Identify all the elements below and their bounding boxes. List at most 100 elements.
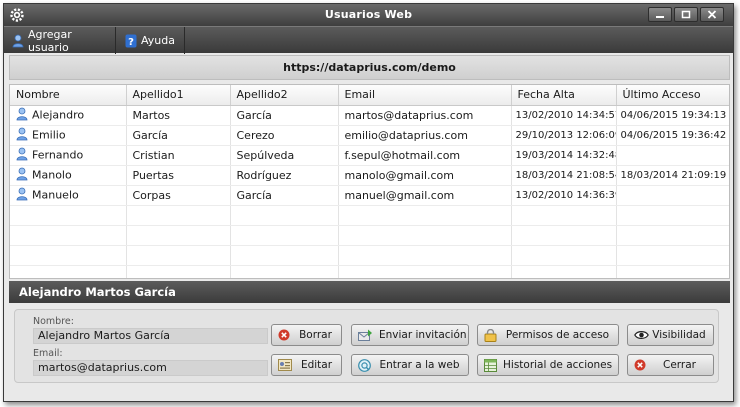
nombre-text: Manolo: [32, 168, 72, 181]
delete-label: Borrar: [299, 329, 332, 341]
column-header-ultimo-acceso[interactable]: Último Acceso: [616, 85, 729, 106]
empty-cell: [10, 205, 127, 226]
email-text: manuel@gmail.com: [344, 188, 455, 202]
enter-web-icon: [358, 358, 371, 372]
empty-cell: [230, 205, 339, 226]
visibility-label: Visibilidad: [652, 329, 706, 341]
empty-cell: [616, 205, 729, 226]
email-cell: martos@dataprius.com: [338, 105, 512, 126]
table-row[interactable]: Fernando Cristian Sepúlveda f.sepul@hotmail…: [10, 145, 729, 166]
apellido1-cell: Puertas: [126, 165, 231, 186]
window-close-button[interactable]: [700, 7, 724, 22]
minimize-button[interactable]: [648, 7, 672, 22]
fecha-alta-text: 19/03/2014 14:32:48: [515, 149, 616, 161]
apellido2-text: Rodríguez: [236, 168, 292, 182]
nombre-cell: Manolo: [10, 165, 127, 186]
nombre-cell: Fernando: [10, 145, 127, 166]
users-table: Nombre Apellido1 Apellido2 Email Fecha A…: [9, 84, 730, 279]
empty-cell: [230, 225, 339, 246]
column-header-apellido1[interactable]: Apellido1: [126, 85, 231, 106]
fecha-alta-cell: 13/02/2010 14:34:57: [511, 105, 617, 126]
email-cell: f.sepul@hotmail.com: [338, 145, 512, 166]
fecha-alta-cell: 18/03/2014 21:08:54: [511, 165, 617, 186]
edit-label: Editar: [300, 359, 333, 371]
ultimo-acceso-cell: 04/06/2015 19:34:13: [616, 105, 729, 126]
empty-cell: [10, 245, 127, 266]
send-invitation-button[interactable]: Enviar invitación: [351, 324, 469, 346]
empty-cell: [10, 265, 127, 278]
email-cell: manuel@gmail.com: [338, 185, 512, 206]
fecha-alta-text: 18/03/2014 21:08:54: [515, 169, 616, 181]
access-permissions-button[interactable]: Permisos de acceso: [477, 324, 619, 346]
fecha-alta-cell: 29/10/2013 12:06:09: [511, 125, 617, 146]
empty-cell: [616, 265, 729, 278]
fecha-alta-cell: 13/02/2010 14:36:39: [511, 185, 617, 206]
empty-cell: [126, 205, 231, 226]
empty-cell: [338, 225, 512, 246]
apellido1-cell: Martos: [126, 105, 231, 126]
empty-cell: [338, 245, 512, 266]
empty-cell: [511, 245, 617, 266]
column-header-fecha-alta[interactable]: Fecha Alta: [511, 85, 617, 106]
column-header-email[interactable]: Email: [338, 85, 512, 106]
title-bar: Usuarios Web: [4, 4, 733, 26]
user-icon: [16, 127, 28, 144]
column-header-nombre[interactable]: Nombre: [10, 85, 127, 106]
eye-icon: [634, 330, 649, 340]
empty-cell: [230, 245, 339, 266]
empty-cell: [511, 225, 617, 246]
table-row[interactable]: Emilio García Cerezo emilio@dataprius.com 29…: [10, 125, 729, 146]
fecha-alta-text: 13/02/2010 14:34:57: [515, 109, 616, 121]
empty-cell: [511, 265, 617, 278]
table-row[interactable]: Manuelo Corpas García manuel@gmail.com 13/02…: [10, 185, 729, 206]
apellido2-text: Cerezo: [236, 128, 275, 142]
column-header-apellido2[interactable]: Apellido2: [230, 85, 339, 106]
user-detail-panel: Nombre: Alejandro Martos García Email: m…: [14, 309, 719, 383]
close-button[interactable]: Cerrar: [627, 354, 714, 376]
table-row[interactable]: Alejandro Martos García martos@dataprius.co…: [10, 105, 729, 126]
add-user-menu-item[interactable]: Agregar usuario: [4, 27, 116, 54]
selected-user-header: Alejandro Martos García: [9, 281, 730, 303]
table-row[interactable]: Manolo Puertas Rodríguez manolo@gmail.com 18…: [10, 165, 729, 186]
empty-row: [10, 225, 729, 246]
send-mail-icon: [358, 329, 373, 341]
empty-cell: [230, 265, 339, 278]
enter-web-label: Entrar a la web: [379, 359, 460, 371]
edit-button[interactable]: Editar: [271, 354, 342, 376]
lock-icon: [484, 328, 497, 342]
maximize-button[interactable]: [674, 7, 698, 22]
nombre-text: Alejandro: [32, 108, 85, 121]
delete-button[interactable]: Borrar: [271, 324, 342, 346]
nombre-label: Nombre:: [33, 316, 74, 327]
email-field[interactable]: martos@dataprius.com: [33, 360, 268, 376]
action-history-button[interactable]: Historial de acciones: [477, 354, 619, 376]
access-permissions-label: Permisos de acceso: [505, 329, 610, 341]
users-window: Usuarios Web Agregar usuario ? Ayuda htt…: [3, 3, 734, 402]
edit-icon: [278, 359, 292, 371]
history-icon: [484, 358, 497, 372]
apellido2-cell: García: [230, 105, 339, 126]
apellido2-text: Sepúlveda: [236, 148, 295, 162]
apellido1-cell: García: [126, 125, 231, 146]
empty-cell: [338, 205, 512, 226]
email-label: Email:: [33, 348, 63, 359]
send-invitation-label: Enviar invitación: [379, 329, 467, 341]
nombre-text: Fernando: [32, 148, 84, 161]
apellido2-cell: Cerezo: [230, 125, 339, 146]
nombre-field[interactable]: Alejandro Martos García: [33, 328, 268, 344]
help-icon: ?: [125, 34, 137, 48]
empty-cell: [126, 225, 231, 246]
ultimo-acceso-cell: [616, 145, 729, 166]
empty-row: [10, 245, 729, 266]
apellido1-cell: Corpas: [126, 185, 231, 206]
empty-cell: [616, 245, 729, 266]
email-text: emilio@dataprius.com: [344, 128, 468, 142]
help-menu-item[interactable]: ? Ayuda: [117, 27, 185, 54]
visibility-button[interactable]: Visibilidad: [627, 324, 714, 346]
apellido2-cell: García: [230, 185, 339, 206]
empty-cell: [511, 205, 617, 226]
apellido1-cell: Cristian: [126, 145, 231, 166]
empty-row: [10, 265, 729, 278]
enter-web-button[interactable]: Entrar a la web: [351, 354, 469, 376]
empty-cell: [616, 225, 729, 246]
